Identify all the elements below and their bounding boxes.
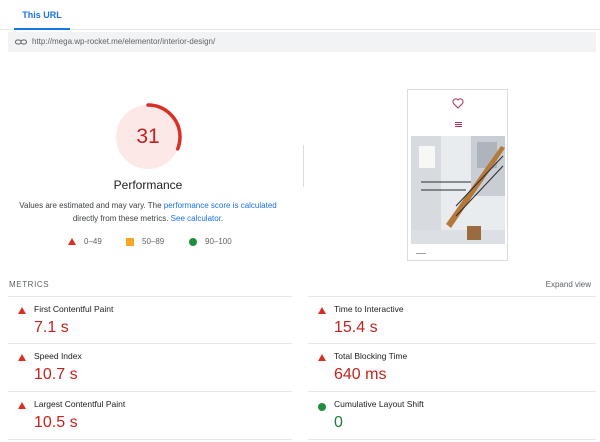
metric-value: 15.4 s (334, 319, 378, 336)
performance-description: Values are estimated and may vary. The p… (0, 199, 296, 225)
description-text: Values are estimated and may vary. The (19, 201, 164, 210)
metric-title: Largest Contentful Paint (34, 399, 126, 409)
see-calculator-link[interactable]: See calculator (171, 214, 221, 223)
description-suffix: . (220, 214, 224, 223)
divider (308, 296, 596, 297)
triangle-icon (18, 307, 26, 314)
page-screenshot-thumbnail (407, 89, 508, 261)
metric-value: 10.7 s (34, 366, 78, 383)
link-icon (15, 39, 27, 45)
metric-value: 7.1 s (34, 319, 69, 336)
legend-good-label: 90–100 (205, 237, 232, 246)
metric-cumulative-layout-shift: Cumulative Layout Shift 0 (308, 393, 588, 439)
performance-title: Performance (113, 178, 183, 192)
metrics-heading: METRICS (9, 280, 50, 289)
heart-icon (452, 98, 464, 109)
legend-average-label: 50–89 (142, 237, 165, 246)
divider (8, 391, 292, 392)
hero-image-staircase (411, 136, 505, 244)
square-icon (126, 238, 134, 246)
metric-value: 0 (334, 414, 343, 431)
tab-bar: This URL (0, 0, 600, 30)
divider (8, 296, 292, 297)
url-bar: http://mega.wp-rocket.me/elementor/inter… (8, 32, 596, 52)
tab-this-url[interactable]: This URL (14, 0, 70, 30)
active-tab-indicator (14, 28, 70, 30)
metric-first-contentful-paint: First Contentful Paint 7.1 s (8, 298, 288, 344)
menu-icon (455, 122, 462, 127)
triangle-icon (18, 402, 26, 409)
metric-largest-contentful-paint: Largest Contentful Paint 10.5 s (8, 393, 288, 439)
metric-time-to-interactive: Time to Interactive 15.4 s (308, 298, 588, 344)
metric-value: 10.5 s (34, 414, 78, 431)
triangle-icon (68, 238, 76, 245)
triangle-icon (318, 307, 326, 314)
metric-title: Total Blocking Time (334, 351, 408, 361)
description-text-2: directly from these metrics. (72, 214, 171, 223)
triangle-icon (318, 354, 326, 361)
legend-poor-label: 0–49 (84, 237, 102, 246)
circle-icon (318, 403, 326, 411)
expand-view-toggle[interactable]: Expand view (546, 280, 591, 289)
thumbnail-footer-line (416, 253, 426, 254)
analyzed-url: http://mega.wp-rocket.me/elementor/inter… (32, 37, 216, 46)
metric-total-blocking-time: Total Blocking Time 640 ms (308, 345, 588, 391)
metric-value: 640 ms (334, 366, 387, 383)
metric-title: Speed Index (34, 351, 82, 361)
circle-icon (189, 238, 197, 246)
triangle-icon (18, 354, 26, 361)
vertical-divider (303, 145, 304, 187)
metric-speed-index: Speed Index 10.7 s (8, 345, 288, 391)
performance-score: 31 (136, 125, 160, 148)
performance-score-link[interactable]: performance score is calculated (164, 201, 277, 210)
divider (308, 439, 596, 440)
divider (8, 439, 292, 440)
metric-title: Time to Interactive (334, 304, 404, 314)
metric-title: First Contentful Paint (34, 304, 114, 314)
metric-title: Cumulative Layout Shift (334, 399, 424, 409)
divider (308, 391, 596, 392)
